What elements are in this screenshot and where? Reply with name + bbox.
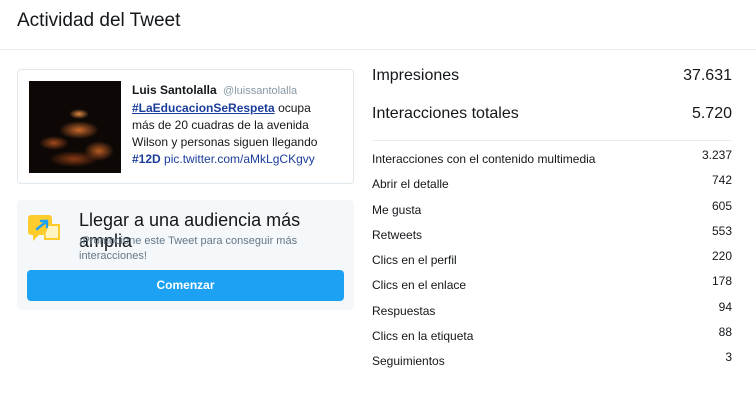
stat-row: Abrir el detalle 742 [372,170,732,195]
stat-value: 178 [711,274,732,289]
stat-row: Retweets 553 [372,221,732,246]
stat-row: Seguimientos 3 [372,347,732,372]
stat-value: 94 [718,299,732,314]
stat-label: Interacciones con el contenido multimedi… [372,152,596,166]
start-promotion-button[interactable]: Comenzar [27,270,344,301]
stat-label: Clics en la etiqueta [372,329,474,344]
tweet-text-line: ocupa [278,101,311,115]
stat-value: 742 [711,173,732,188]
promote-subtitle: ¡Promocione este Tweet para conseguir má… [79,235,298,262]
megaphone-icon [27,213,61,243]
tweet-body: Luis Santolalla @luissantolalla #LaEduca… [132,82,350,168]
tweet-author-name[interactable]: Luis Santolalla [132,83,217,97]
stat-value: 220 [711,249,732,264]
stat-row: Interacciones con el contenido multimedi… [372,145,732,170]
stat-total-engagements: Interacciones totales 5.720 [372,100,732,138]
tweet-text-line: Wilson y personas siguen llegando [132,135,318,149]
stat-label: Clics en el enlace [372,278,467,293]
stat-value: 3 [725,350,732,365]
stat-row: Me gusta 605 [372,196,732,221]
stat-impressions: Impresiones 37.631 [372,62,732,100]
stat-label: Respuestas [372,303,436,318]
tweet-media-thumbnail[interactable] [29,81,121,173]
stat-row: Clics en el enlace 178 [372,271,732,296]
tweet-author-handle[interactable]: @luissantolalla [223,85,297,97]
tweet-stats: Impresiones 37.631 Interacciones totales… [372,62,732,373]
stat-value: 37.631 [683,67,732,84]
stat-value: 605 [711,198,732,213]
tweet-hashtag[interactable]: #LaEducacionSeRespeta [132,101,275,115]
stat-row: Clics en la etiqueta 88 [372,322,732,347]
page-title: Actividad del Tweet [17,10,181,31]
stat-label: Seguimientos [372,354,445,369]
stat-label: Retweets [372,227,423,242]
promote-panel: Llegar a una audiencia más amplia ¡Promo… [17,200,354,310]
stat-value: 88 [718,325,732,340]
stat-label: Impresiones [372,67,460,84]
stat-label: Clics en el perfil [372,253,457,268]
tweet-media-link[interactable]: pic.twitter.com/aMkLgCKgvy [164,152,315,166]
stat-label: Me gusta [372,202,422,217]
stat-row: Respuestas 94 [372,297,732,322]
header: Actividad del Tweet [0,0,756,50]
tweet-card[interactable]: Luis Santolalla @luissantolalla #LaEduca… [17,69,354,184]
divider [372,140,732,141]
tweet-hashtag[interactable]: #12D [132,152,161,166]
stat-label: Abrir el detalle [372,177,449,192]
stat-label: Interacciones totales [372,105,519,122]
stat-row: Clics en el perfil 220 [372,246,732,271]
stat-value: 3.237 [701,148,732,162]
stat-value: 5.720 [691,105,732,122]
stat-value: 553 [711,223,732,238]
tweet-text-line: más de 20 cuadras de la avenida [132,118,309,132]
